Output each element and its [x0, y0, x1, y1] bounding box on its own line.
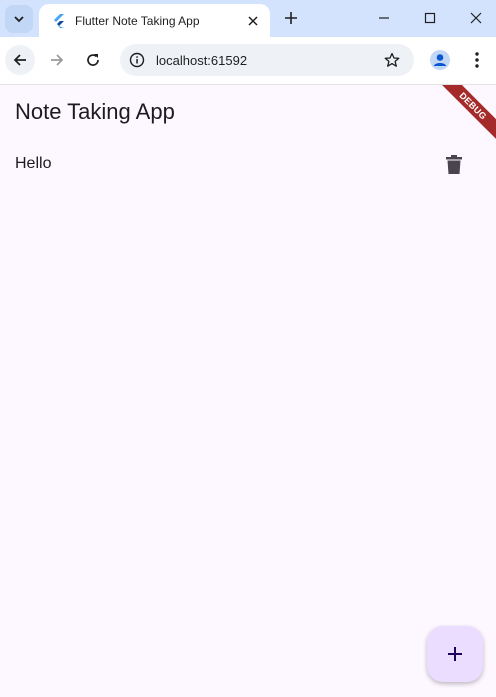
forward-button[interactable]: [42, 45, 72, 75]
tab-search-button[interactable]: [5, 5, 33, 33]
browser-tab-strip: Flutter Note Taking App: [0, 0, 496, 37]
browser-toolbar: localhost:61592: [0, 37, 496, 85]
plus-icon: [285, 12, 297, 24]
note-list-item[interactable]: Hello: [0, 141, 496, 187]
url-text[interactable]: localhost:61592: [156, 53, 247, 68]
plus-icon: [448, 647, 462, 661]
delete-note-button[interactable]: [436, 146, 472, 182]
tab-title: Flutter Note Taking App: [75, 13, 200, 28]
profile-avatar-icon: [430, 50, 450, 70]
bookmark-star-icon[interactable]: [382, 50, 402, 70]
app-bar-title: Note Taking App: [15, 99, 175, 124]
flutter-logo-icon: [52, 13, 66, 28]
close-icon: [470, 12, 482, 24]
back-button[interactable]: [5, 45, 35, 75]
reload-button[interactable]: [78, 45, 108, 75]
arrow-left-icon: [13, 54, 26, 66]
browser-tab[interactable]: Flutter Note Taking App: [39, 4, 270, 37]
minimize-icon: [379, 17, 389, 19]
debug-banner: DEBUG: [436, 85, 496, 145]
close-window-button[interactable]: [463, 6, 489, 30]
maximize-icon: [424, 12, 436, 24]
new-tab-button[interactable]: [280, 7, 302, 29]
browser-menu-button[interactable]: [462, 45, 492, 75]
site-info-icon[interactable]: [128, 51, 146, 69]
more-vert-icon: [475, 52, 479, 68]
debug-banner-label: DEBUG: [436, 85, 496, 143]
minimize-button[interactable]: [371, 6, 397, 30]
trash-icon: [446, 154, 462, 174]
chevron-down-icon: [14, 16, 24, 23]
arrow-right-icon: [51, 54, 64, 66]
maximize-button[interactable]: [417, 6, 443, 30]
note-text: Hello: [15, 155, 52, 172]
app-body: Note Taking App DEBUG Hello: [0, 85, 496, 697]
add-note-button[interactable]: [427, 626, 483, 682]
address-bar[interactable]: localhost:61592: [120, 44, 414, 76]
profile-button[interactable]: [425, 45, 455, 75]
reload-icon: [87, 54, 99, 66]
tab-close-icon[interactable]: [244, 12, 262, 30]
